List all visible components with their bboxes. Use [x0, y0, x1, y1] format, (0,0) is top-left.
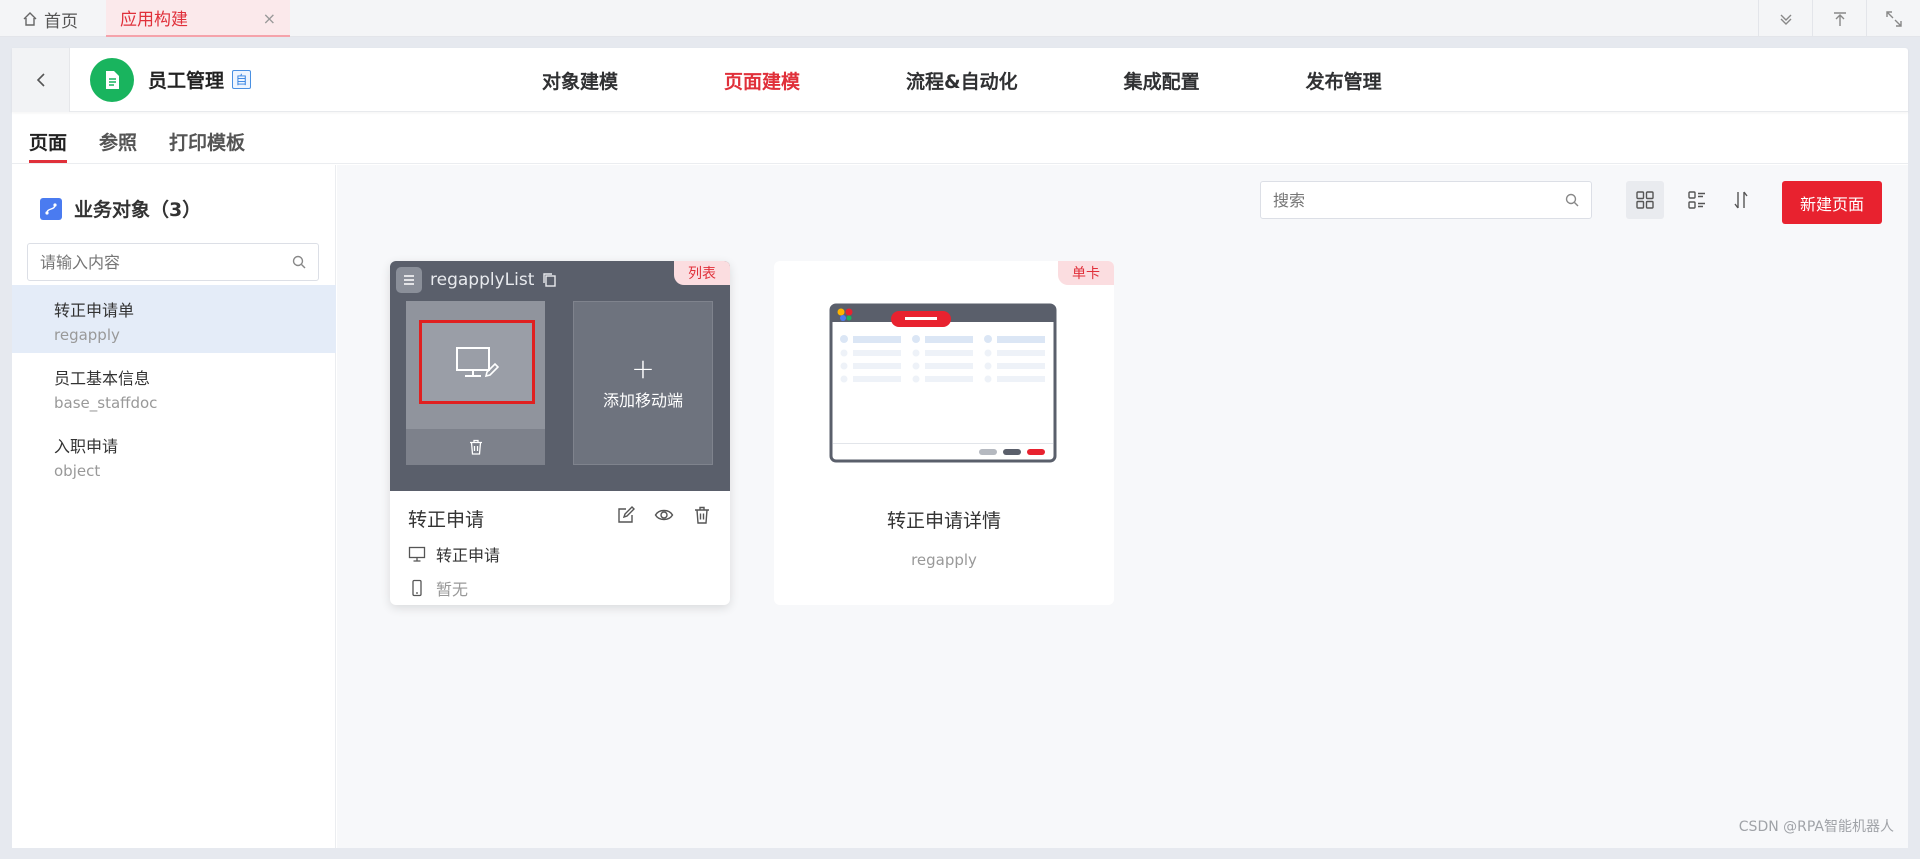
edit-pc-page[interactable] [419, 320, 535, 404]
page-card-list[interactable]: regapplyList + 添加移动端 列表 转正申请 转正申请 暂无 [390, 261, 730, 605]
list-item[interactable]: 员工基本信息 base_staffdoc [12, 353, 336, 421]
object-code: regapply [54, 326, 120, 344]
sidebar-header: 业务对象（3） [40, 195, 201, 222]
sidebar-search[interactable] [27, 243, 319, 281]
tab-home-label: 首页 [44, 11, 78, 32]
main-nav: 对象建模 页面建模 流程&自动化 集成配置 发布管理 [542, 48, 1488, 112]
sort-icon[interactable] [1722, 181, 1760, 219]
edit-icon[interactable] [616, 505, 636, 525]
chevron-left-icon [36, 72, 45, 87]
monitor-icon [408, 546, 426, 562]
card-info: 转正申请 转正申请 暂无 [390, 491, 730, 605]
sidebar-title: 业务对象（3） [74, 199, 202, 221]
business-object-icon [40, 197, 62, 220]
watermark: CSDN @RPA智能机器人 [1738, 819, 1894, 835]
pc-page-name: 转正申请 [436, 546, 501, 565]
object-name: 转正申请单 [54, 301, 135, 320]
chevron-double-down-icon[interactable] [1758, 0, 1812, 37]
card-preview-illustration [829, 303, 1057, 463]
list-item[interactable]: 转正申请单 regapply [12, 285, 336, 353]
business-object-list: 转正申请单 regapply 员工基本信息 base_staffdoc 入职申请… [12, 285, 336, 489]
upload-icon[interactable] [1812, 0, 1866, 37]
trash-icon[interactable] [692, 505, 712, 525]
page-type-tag: 单卡 [1058, 261, 1114, 285]
copy-icon[interactable] [542, 272, 558, 288]
object-code: object [54, 462, 101, 480]
nav-release-management[interactable]: 发布管理 [1306, 67, 1382, 94]
tab-app-build[interactable]: 应用构建 × [106, 0, 290, 37]
page-list-area: 新建页面 regapplyList [337, 165, 1908, 848]
back-button[interactable] [12, 47, 70, 112]
object-name: 员工基本信息 [54, 369, 151, 388]
page-card-form[interactable]: 单卡 转正申请详情 regapply [774, 261, 1114, 605]
menu-icon[interactable] [396, 267, 422, 293]
tab-print-template[interactable]: 打印模板 [169, 128, 245, 163]
list-view-icon[interactable] [1678, 181, 1716, 219]
card-preview: regapplyList + 添加移动端 [390, 261, 730, 491]
nav-page-modeling[interactable]: 页面建模 [724, 67, 800, 94]
pc-page-row: 转正申请 [408, 542, 712, 566]
card-code: regapply [911, 551, 977, 569]
card-api-name: regapplyList [430, 270, 535, 290]
new-page-button[interactable]: 新建页面 [1782, 181, 1882, 224]
search-icon [292, 255, 306, 269]
eye-icon[interactable] [654, 505, 674, 525]
sidebar: 业务对象（3） 转正申请单 regapply 员工基本信息 base_staff… [12, 165, 336, 848]
fullscreen-icon[interactable] [1866, 0, 1920, 37]
document-icon [106, 70, 119, 89]
home-icon [23, 12, 37, 26]
trash-icon [469, 439, 482, 455]
app-logo [90, 57, 134, 102]
app-type-badge: 自 [232, 70, 252, 89]
add-mobile-tile[interactable]: + 添加移动端 [573, 301, 713, 465]
object-code: base_staffdoc [54, 394, 158, 412]
mobile-page-row: 暂无 [408, 576, 712, 600]
delete-pc-page[interactable] [406, 429, 545, 465]
plus-icon: + [631, 352, 655, 385]
card-title: 转正申请详情 [886, 510, 1001, 532]
grid-view-icon[interactable] [1626, 181, 1664, 219]
tab-pages[interactable]: 页面 [29, 128, 68, 163]
page-search[interactable] [1260, 181, 1592, 219]
sidebar-search-input[interactable] [40, 252, 292, 272]
app-header: 员工管理 自 对象建模 页面建模 流程&自动化 集成配置 发布管理 [12, 47, 1908, 112]
mobile-page-name: 暂无 [436, 580, 469, 599]
sub-tabs: 页面 参照 打印模板 [12, 112, 1908, 164]
list-item[interactable]: 入职申请 object [12, 421, 336, 489]
close-icon[interactable]: × [263, 9, 276, 28]
page-search-input[interactable] [1273, 190, 1565, 210]
tab-app-build-label: 应用构建 [120, 10, 188, 30]
monitor-edit-icon [456, 347, 500, 378]
nav-integration-config[interactable]: 集成配置 [1124, 67, 1200, 94]
window-tabstrip: 首页 应用构建 × [0, 0, 1920, 37]
nav-process-automation[interactable]: 流程&自动化 [906, 67, 1018, 94]
page-type-tag: 列表 [674, 261, 730, 285]
object-name: 入职申请 [54, 437, 119, 456]
nav-object-modeling[interactable]: 对象建模 [542, 67, 618, 94]
add-mobile-label: 添加移动端 [602, 391, 683, 410]
tab-reference[interactable]: 参照 [99, 128, 137, 163]
search-icon [1565, 193, 1579, 207]
tab-home[interactable]: 首页 [22, 6, 78, 32]
pc-page-tile[interactable] [406, 301, 545, 465]
app-frame: 员工管理 自 对象建模 页面建模 流程&自动化 集成配置 发布管理 页面 参照 … [12, 47, 1908, 848]
app-name: 员工管理 [148, 70, 225, 92]
mobile-icon [412, 579, 422, 597]
